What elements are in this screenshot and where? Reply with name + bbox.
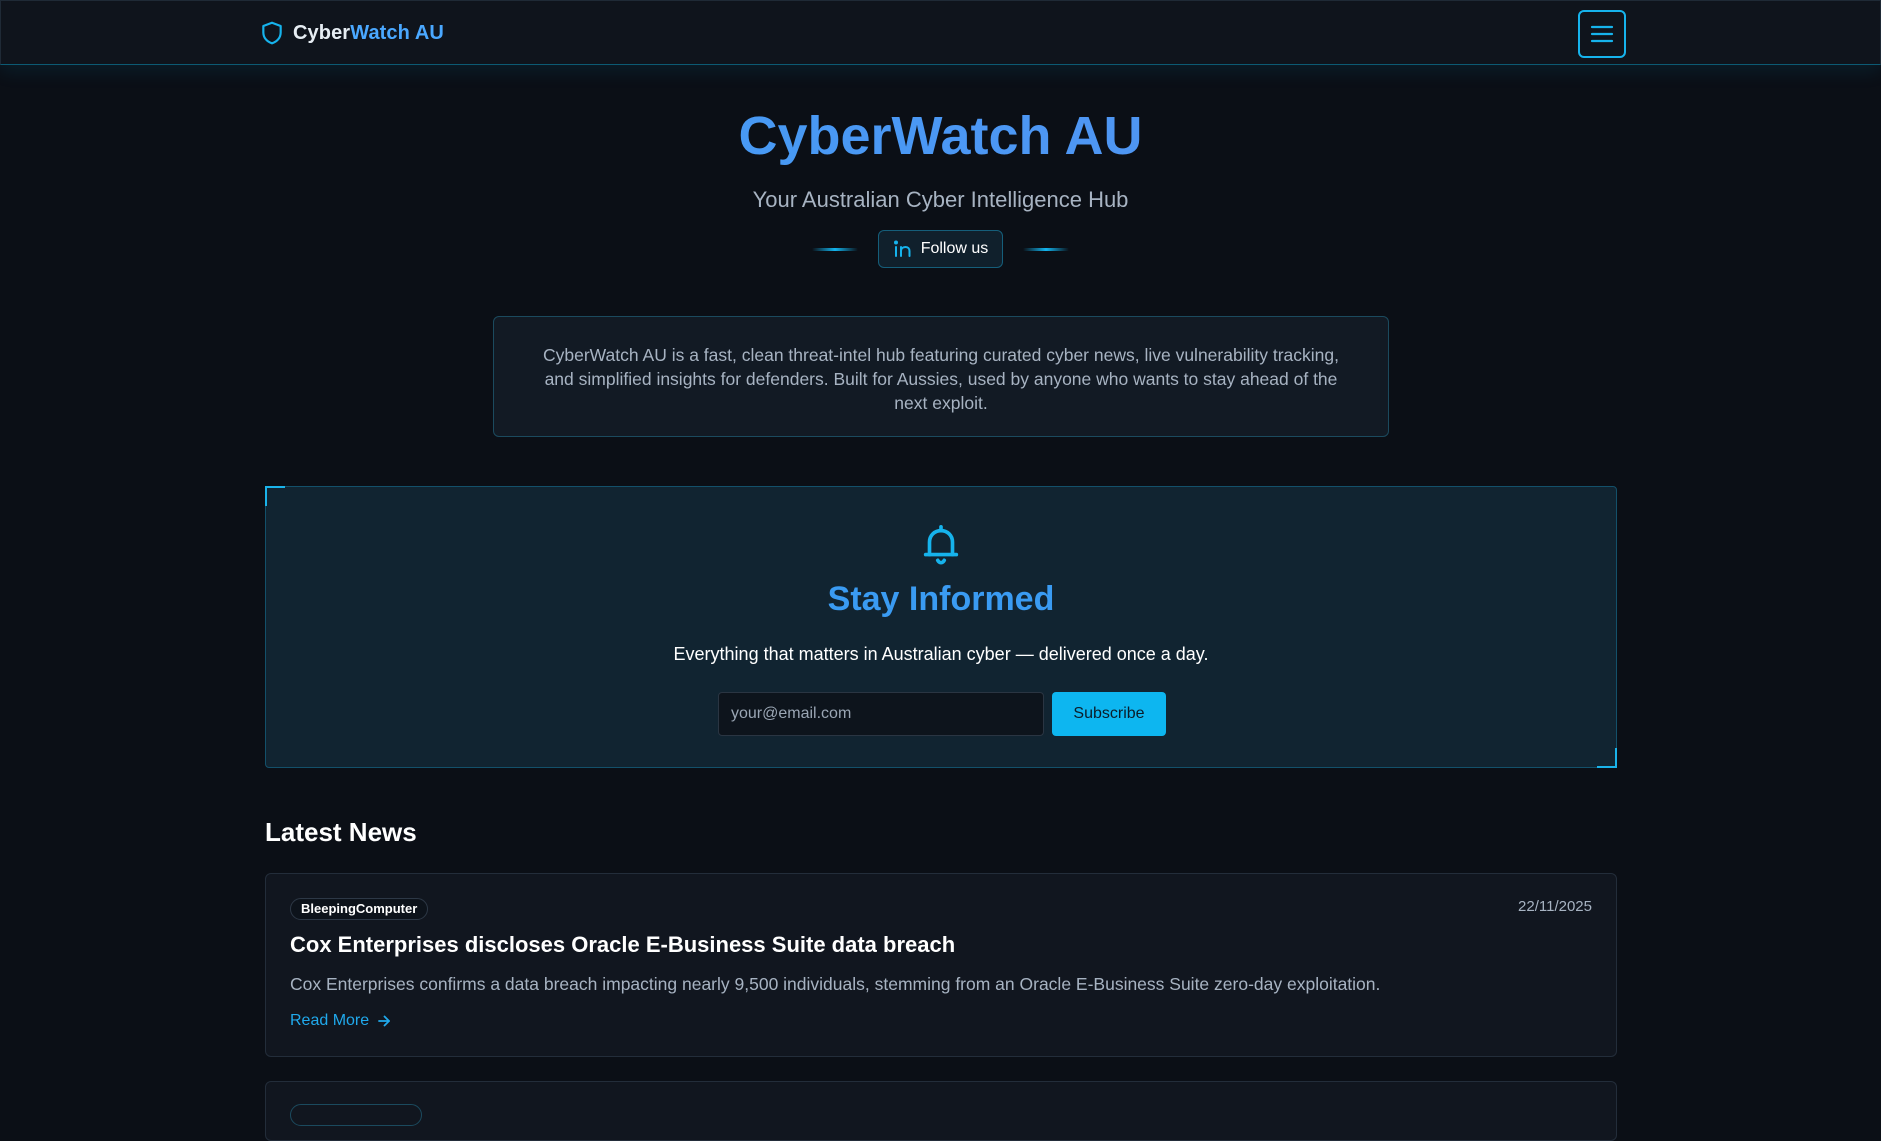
linkedin-icon [893, 240, 911, 257]
hamburger-menu-icon [1590, 25, 1614, 43]
follow-us-button[interactable]: Follow us [878, 230, 1003, 268]
hero-title: CyberWatch AU [0, 105, 1881, 167]
bell-icon [923, 524, 959, 565]
about-description-box: CyberWatch AU is a fast, clean threat-in… [493, 316, 1389, 437]
decorative-glow-line-right [1023, 247, 1069, 251]
arrow-right-icon [378, 1015, 391, 1027]
news-summary: Cox Enterprises confirms a data breach i… [290, 974, 1381, 994]
follow-row: Follow us [0, 230, 1881, 268]
decorative-glow-line-left [812, 247, 858, 251]
news-source-badge: BleepingComputer [290, 898, 429, 920]
menu-button[interactable] [1578, 10, 1626, 58]
corner-accent-top-left [265, 486, 285, 506]
news-source-badge-partial [290, 1104, 422, 1126]
latest-news-heading: Latest News [265, 817, 417, 847]
subscribe-description: Everything that matters in Australian cy… [673, 644, 1209, 664]
news-card-partial [265, 1081, 1617, 1141]
about-text: CyberWatch AU is a fast, clean threat-in… [543, 345, 1339, 413]
hero-subtitle: Your Australian Cyber Intelligence Hub [752, 187, 1129, 212]
subscribe-button[interactable]: Subscribe [1052, 692, 1166, 736]
news-card: BleepingComputer 22/11/2025 Cox Enterpri… [265, 873, 1617, 1057]
top-navbar: CyberWatch AU [0, 0, 1881, 65]
email-input[interactable] [718, 692, 1044, 736]
shield-icon [262, 21, 282, 45]
read-more-link[interactable]: Read More [290, 1012, 391, 1030]
subscribe-title: Stay Informed [827, 580, 1055, 618]
corner-accent-bottom-right [1597, 748, 1617, 768]
brand-logo-link[interactable]: CyberWatch AU [259, 18, 444, 48]
news-title[interactable]: Cox Enterprises discloses Oracle E-Busin… [290, 932, 955, 958]
read-more-label: Read More [290, 1012, 370, 1029]
brand-name: CyberWatch AU [293, 21, 444, 44]
follow-us-label: Follow us [920, 240, 989, 257]
newsletter-subscribe-card: Stay Informed Everything that matters in… [265, 486, 1617, 768]
news-date: 22/11/2025 [1518, 898, 1592, 915]
